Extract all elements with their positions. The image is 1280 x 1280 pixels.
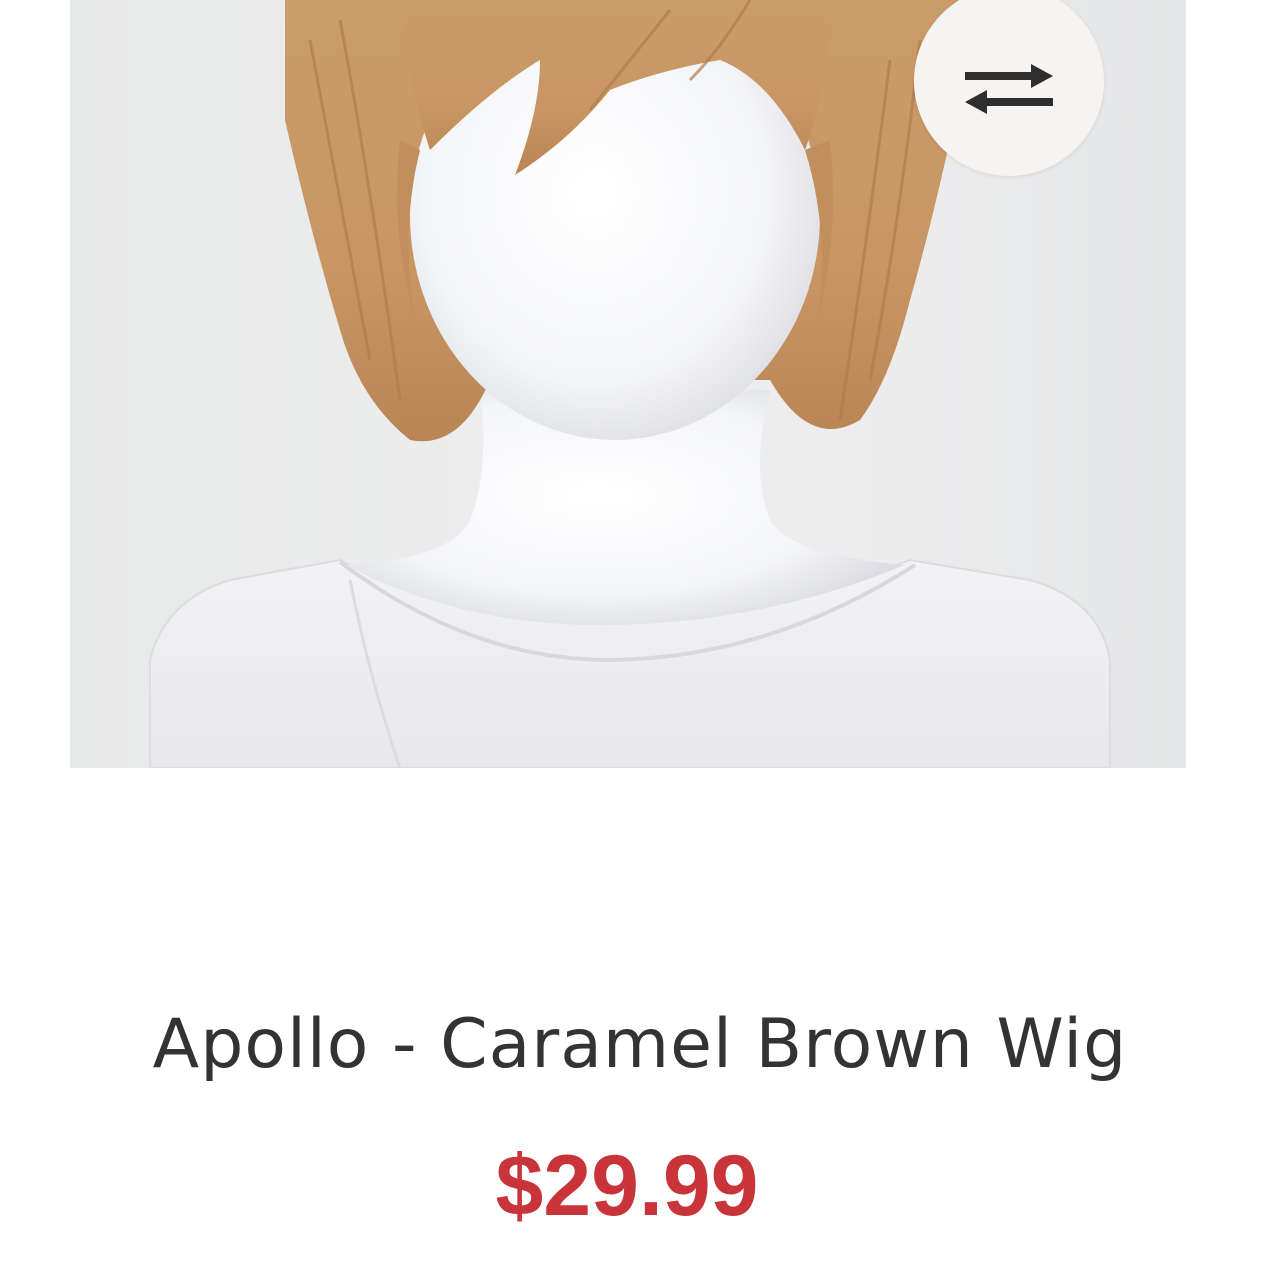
product-title[interactable]: Apollo - Caramel Brown Wig bbox=[0, 1000, 1280, 1090]
product-price: $29.99 bbox=[495, 1138, 759, 1234]
swap-arrows-icon bbox=[965, 64, 1053, 114]
product-card: Apollo - Caramel Brown Wig $29.99 bbox=[0, 0, 1280, 1280]
